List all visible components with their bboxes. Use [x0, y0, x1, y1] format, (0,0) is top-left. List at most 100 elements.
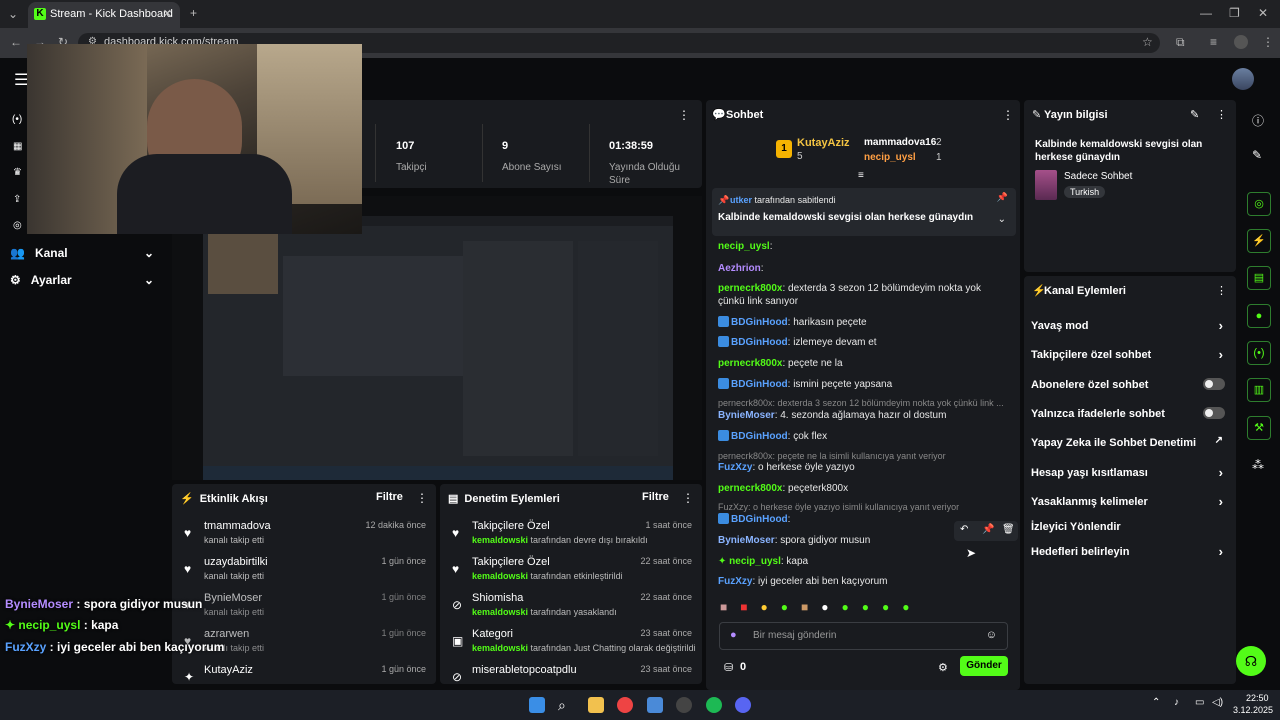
- toggle-switch: [1203, 407, 1225, 419]
- edit-icon[interactable]: ✎: [1190, 108, 1199, 121]
- flag-icon[interactable]: ■: [740, 600, 747, 616]
- send-button[interactable]: Gönder: [960, 656, 1008, 676]
- upload-icon[interactable]: ⇪: [13, 194, 21, 205]
- action-goals[interactable]: Hedefleri belirleyin ›: [1031, 544, 1229, 559]
- search-icon[interactable]: ⌕: [558, 697, 574, 713]
- chat-input[interactable]: ● Bir mesaj gönderin ☺: [719, 622, 1008, 650]
- dashboard-icon[interactable]: ▦: [13, 141, 22, 152]
- browser-tab[interactable]: K Stream - Kick Dashboard ✕: [28, 2, 180, 28]
- emote-icon[interactable]: ●: [882, 600, 889, 616]
- extensions-icon[interactable]: ⧉: [1176, 35, 1185, 50]
- subscribers-label: Abone Sayısı: [502, 162, 562, 173]
- microphone-icon[interactable]: ●: [730, 629, 737, 641]
- file-explorer-icon[interactable]: [588, 697, 604, 713]
- activity-filter-button[interactable]: Filtre: [376, 491, 403, 503]
- photos-icon[interactable]: [647, 697, 663, 713]
- pencil-icon[interactable]: ✎: [1252, 148, 1262, 162]
- top-gifter-name: KutayAziz: [797, 137, 850, 149]
- rail-target-button[interactable]: ◎: [1247, 192, 1271, 216]
- action-account-age[interactable]: Hesap yaşı kısıtlaması ›: [1031, 465, 1229, 480]
- moderation-menu-icon[interactable]: ⋮: [682, 491, 694, 505]
- reply-icon[interactable]: ↶: [960, 524, 968, 535]
- trophy-icon[interactable]: ♛: [13, 167, 22, 178]
- stats-menu-icon[interactable]: ⋮: [678, 108, 690, 122]
- emote-icon[interactable]: ●: [842, 600, 849, 616]
- action-followers-only[interactable]: Takipçilere özel sohbet ›: [1031, 347, 1229, 362]
- rail-lightning-button[interactable]: ⚡: [1247, 229, 1271, 253]
- rail-tools-button[interactable]: ⚒: [1247, 416, 1271, 440]
- back-icon[interactable]: ←: [10, 35, 22, 49]
- activity-menu-icon[interactable]: ⋮: [416, 491, 428, 505]
- chevron-down-icon[interactable]: ⌄: [998, 214, 1006, 225]
- moderation-header: ▤ Denetim Eylemleri: [448, 492, 560, 506]
- trash-icon[interactable]: 🗑: [1002, 524, 1015, 535]
- action-ai-moderation[interactable]: Yapay Zeka ile Sohbet Denetimi ↗: [1031, 435, 1229, 449]
- chevron-down-icon: ⌄: [144, 273, 155, 287]
- discord-icon[interactable]: [735, 697, 751, 713]
- followers-label: Takipçi: [396, 162, 427, 173]
- collapse-icon[interactable]: ≡: [858, 170, 864, 181]
- profile-avatar[interactable]: [1234, 35, 1248, 49]
- nav-kanal[interactable]: 👥 Kanal ⌄: [10, 246, 154, 260]
- action-banned-words[interactable]: Yasaklanmış kelimeler ›: [1031, 494, 1229, 509]
- pin-icon[interactable]: 📌: [982, 524, 994, 535]
- spotify-icon[interactable]: [706, 697, 722, 713]
- chat-title: Sohbet: [726, 109, 764, 121]
- top-gifter-count: 5: [797, 151, 803, 162]
- list-item-sub: kemaldowski tarafından devre dışı bırakı…: [472, 535, 648, 545]
- emoji-icon[interactable]: ☺: [986, 629, 997, 641]
- browser-menu-icon[interactable]: ⋮: [1262, 35, 1274, 49]
- user-avatar[interactable]: [1232, 68, 1254, 90]
- category-thumbnail: [1035, 170, 1057, 200]
- tab-list-icon[interactable]: ⌄: [8, 7, 18, 21]
- tab-close-icon[interactable]: ✕: [163, 7, 172, 20]
- emote-icon[interactable]: ●: [781, 600, 788, 616]
- unpin-icon[interactable]: 📌: [997, 192, 1008, 203]
- clock-date[interactable]: 3.12.2025: [1233, 705, 1273, 715]
- target-icon[interactable]: ◎: [13, 220, 22, 231]
- rail-document-button[interactable]: ▤: [1247, 266, 1271, 290]
- chat-menu-icon[interactable]: ⋮: [1002, 108, 1014, 122]
- emote-icon[interactable]: ●: [902, 600, 909, 616]
- action-subscribers-only[interactable]: Abonelere özel sohbet: [1031, 378, 1229, 391]
- info-icon[interactable]: ⓘ: [1252, 112, 1264, 129]
- action-raid[interactable]: İzleyici Yönlendir: [1031, 521, 1229, 533]
- maximize-icon[interactable]: ❐: [1229, 6, 1240, 20]
- start-icon[interactable]: [529, 697, 545, 713]
- new-tab-icon[interactable]: +: [190, 6, 197, 20]
- apps-icon[interactable]: ⁂: [1252, 458, 1264, 472]
- emote-icon[interactable]: ■: [720, 600, 727, 616]
- support-headset-icon[interactable]: ☊: [1236, 646, 1266, 676]
- emote-icon[interactable]: ●: [821, 600, 828, 616]
- actions-menu-icon[interactable]: ⋮: [1216, 284, 1227, 297]
- stream-icon[interactable]: (•): [12, 114, 22, 125]
- media-icon[interactable]: ≡: [1210, 35, 1217, 49]
- chat-settings-icon[interactable]: ⚙: [938, 661, 948, 674]
- action-slow-mode[interactable]: Yavaş mod ›: [1031, 318, 1229, 333]
- list-item-time: 1 gün önce: [381, 664, 426, 674]
- tray-volume-icon[interactable]: ◁): [1212, 697, 1223, 708]
- emote-icon[interactable]: ●: [761, 600, 768, 616]
- rail-chat-button[interactable]: ●: [1247, 304, 1271, 328]
- obs-icon[interactable]: [676, 697, 692, 713]
- rail-broadcast-button[interactable]: (•): [1247, 341, 1271, 365]
- moderation-filter-button[interactable]: Filtre: [642, 491, 669, 503]
- tray-network-icon[interactable]: ▭: [1195, 697, 1204, 708]
- tray-chevron-icon[interactable]: ⌃: [1152, 697, 1160, 708]
- nav-ayarlar[interactable]: ⚙ Ayarlar ⌄: [10, 273, 154, 287]
- window-close-icon[interactable]: ✕: [1258, 6, 1268, 20]
- chevron-right-icon: ›: [1218, 544, 1223, 559]
- clock-time[interactable]: 22:50: [1246, 693, 1269, 703]
- emote-icon[interactable]: ■: [801, 600, 808, 616]
- chrome-icon[interactable]: [617, 697, 633, 713]
- list-item-name: BynieMoser: [204, 592, 263, 604]
- chevron-right-icon: ›: [1218, 465, 1223, 480]
- divider: [375, 124, 376, 182]
- minimize-icon[interactable]: —: [1200, 6, 1212, 20]
- rail-layout-button[interactable]: ▥: [1247, 378, 1271, 402]
- action-emotes-only[interactable]: Yalnızca ifadelerle sohbet: [1031, 407, 1229, 420]
- emote-icon[interactable]: ●: [862, 600, 869, 616]
- tray-mic-icon[interactable]: ♪: [1174, 697, 1179, 708]
- bookmark-star-icon[interactable]: ☆: [1142, 35, 1153, 49]
- info-menu-icon[interactable]: ⋮: [1216, 108, 1227, 121]
